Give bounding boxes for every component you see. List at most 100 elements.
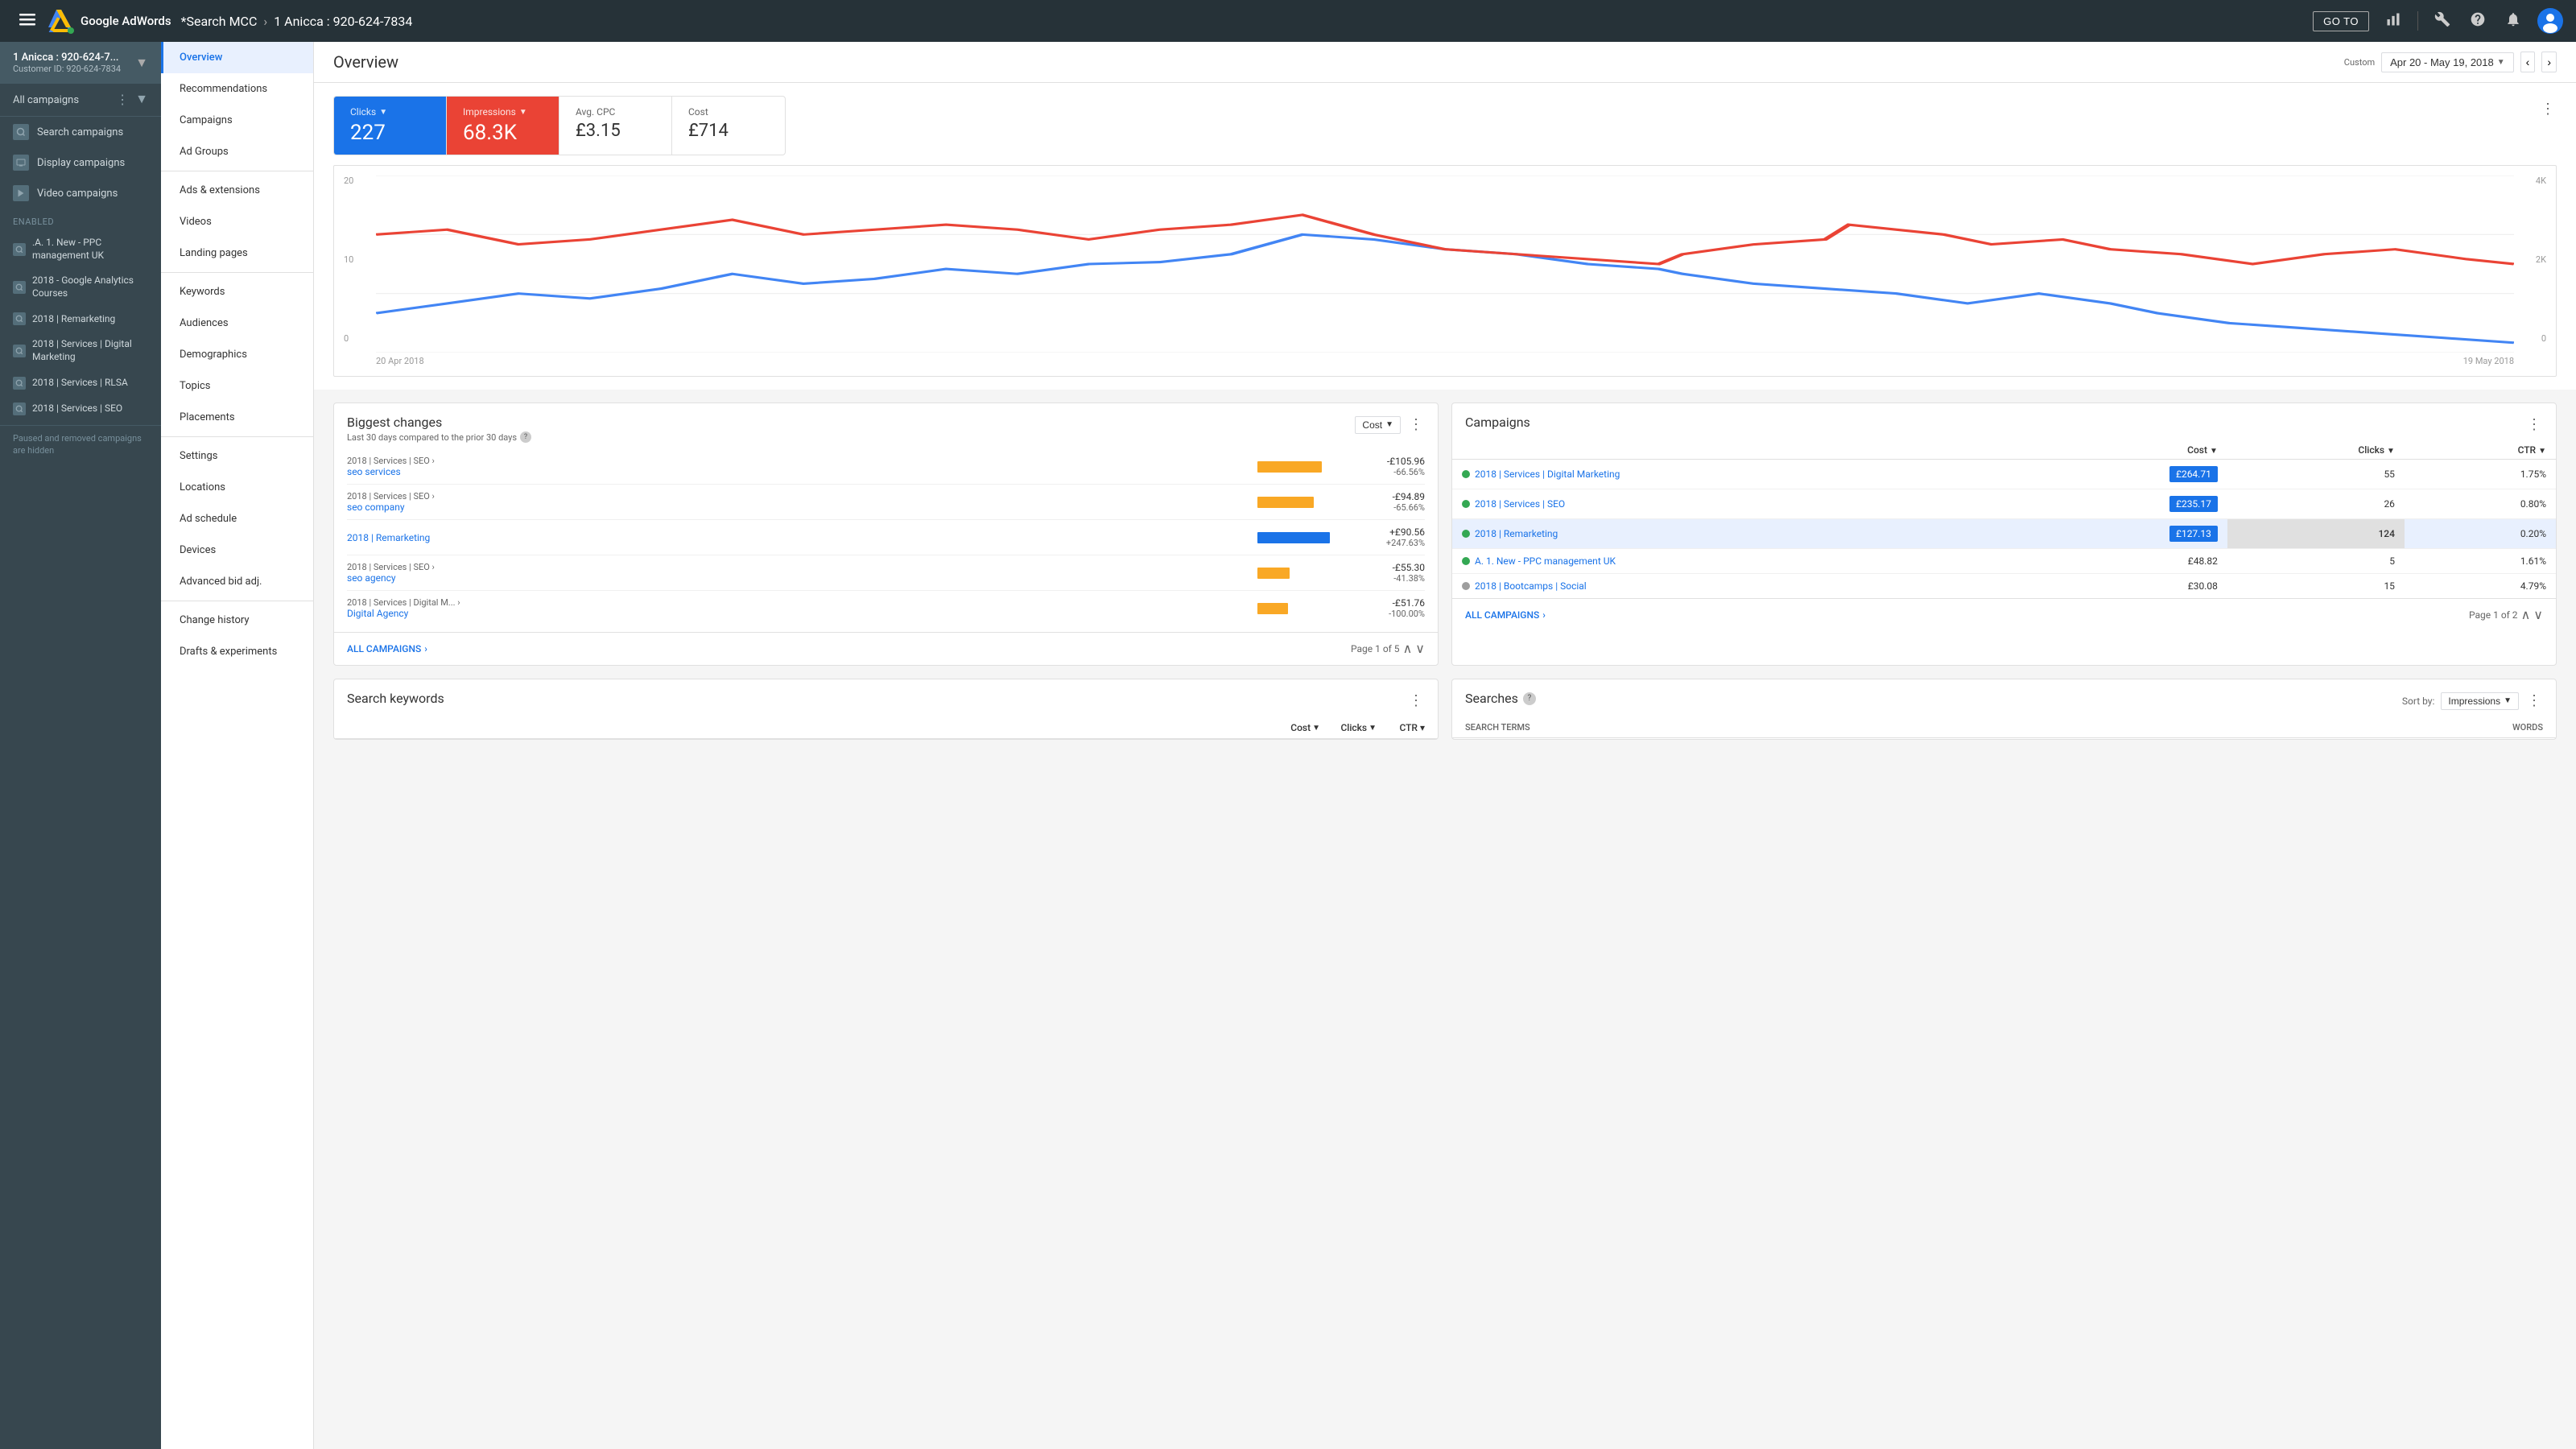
nav-demographics[interactable]: Demographics xyxy=(161,339,313,370)
nav-audiences[interactable]: Audiences xyxy=(161,308,313,339)
avatar[interactable] xyxy=(2537,8,2563,34)
searches-more-button[interactable]: ⋮ xyxy=(2525,691,2543,711)
nav-overview[interactable]: Overview xyxy=(161,42,313,73)
campaigns-all-link[interactable]: ALL CAMPAIGNS › xyxy=(1465,609,1546,621)
date-range-button[interactable]: Apr 20 - May 19, 2018 ▼ xyxy=(2381,52,2514,72)
col-ctr-header[interactable]: CTR ▼ xyxy=(2405,441,2556,460)
sidebar-item-ppc[interactable]: .A. 1. New - PPC management UK xyxy=(0,230,161,268)
hamburger-button[interactable] xyxy=(13,8,42,35)
y-left-20: 20 xyxy=(344,175,353,186)
arrow-icon: › xyxy=(1542,609,1546,621)
change-link[interactable]: seo agency xyxy=(347,572,1251,584)
page-up-button[interactable]: ∧ xyxy=(2521,607,2531,623)
wrench-icon-button[interactable] xyxy=(2431,8,2454,35)
cost-col-sort[interactable]: Cost ▼ xyxy=(1272,722,1320,733)
nav-settings[interactable]: Settings xyxy=(161,440,313,472)
nav-landing-pages[interactable]: Landing pages xyxy=(161,237,313,269)
table-row: 2018 | Bootcamps | Social £30.08 15 4.79… xyxy=(1452,574,2556,599)
sidebar-item-rlsa[interactable]: 2018 | Services | RLSA xyxy=(0,370,161,396)
nav-topics[interactable]: Topics xyxy=(161,370,313,402)
search-keywords-more-button[interactable]: ⋮ xyxy=(1407,691,1425,711)
campaign-link[interactable]: 2018 | Services | Digital Marketing xyxy=(1475,469,1620,480)
bell-icon-button[interactable] xyxy=(2502,8,2524,35)
goto-button[interactable]: GO TO xyxy=(2313,11,2369,31)
sidebar-item-remarketing[interactable]: 2018 | Remarketing xyxy=(0,306,161,332)
question-icon-button[interactable] xyxy=(2467,8,2489,35)
sidebar-item-digital-marketing[interactable]: 2018 | Services | Digital Marketing xyxy=(0,332,161,369)
all-campaigns-row[interactable]: All campaigns ⋮ ▼ xyxy=(0,84,161,117)
change-amount: -£55.30 xyxy=(1360,562,1425,573)
sidebar-item-analytics[interactable]: 2018 - Google Analytics Courses xyxy=(0,268,161,306)
expand-button[interactable]: ▼ xyxy=(135,93,148,107)
change-link[interactable]: Digital Agency xyxy=(347,608,1251,619)
impressions-card[interactable]: Impressions ▼ 68.3K xyxy=(447,97,559,155)
breadcrumb-area: *Search MCC › 1 Anicca : 920-624-7834 xyxy=(181,14,2304,29)
nav-ads-extensions[interactable]: Ads & extensions xyxy=(161,175,313,206)
nav-devices[interactable]: Devices xyxy=(161,535,313,566)
date-next-button[interactable]: › xyxy=(2541,52,2557,72)
change-link[interactable]: 2018 | Remarketing xyxy=(347,532,1251,543)
change-link[interactable]: seo services xyxy=(347,466,1251,477)
changes-more-button[interactable]: ⋮ xyxy=(1407,415,1425,435)
sort-dropdown-icon: ▼ xyxy=(1385,420,1393,429)
clicks-col-sort[interactable]: Clicks ▼ xyxy=(1320,722,1377,733)
page-down-button[interactable]: ∨ xyxy=(1415,641,1425,657)
breadcrumb-account[interactable]: 1 Anicca : 920-624-7834 xyxy=(274,14,412,29)
date-prev-button[interactable]: ‹ xyxy=(2520,52,2536,72)
nav-placements[interactable]: Placements xyxy=(161,402,313,433)
sidebar-item-seo[interactable]: 2018 | Services | SEO xyxy=(0,396,161,422)
nav-locations[interactable]: Locations xyxy=(161,472,313,503)
video-icon xyxy=(13,185,29,201)
top-nav: Google AdWords *Search MCC › 1 Anicca : … xyxy=(0,0,2576,42)
all-campaigns-link[interactable]: ALL CAMPAIGNS › xyxy=(347,643,427,654)
biggest-changes-header: Biggest changes Last 30 days compared to… xyxy=(334,403,1438,449)
clicks-card[interactable]: Clicks ▼ 227 xyxy=(334,97,447,155)
nav-campaigns[interactable]: Campaigns xyxy=(161,105,313,136)
sidebar-item-video-campaigns[interactable]: Video campaigns xyxy=(0,178,161,208)
campaign-link[interactable]: 2018 | Remarketing xyxy=(1475,528,1558,539)
page-header: Overview Custom Apr 20 - May 19, 2018 ▼ … xyxy=(314,42,2576,83)
display-campaigns-label: Display campaigns xyxy=(37,157,125,169)
change-pct: -41.38% xyxy=(1360,573,1425,584)
campaigns-more-button[interactable]: ⋮ xyxy=(2525,415,2543,435)
ctr-cell: 0.20% xyxy=(2405,519,2556,549)
campaign-link[interactable]: 2018 | Bootcamps | Social xyxy=(1475,580,1587,592)
arrow-icon: › xyxy=(424,643,427,654)
page-down-button[interactable]: ∨ xyxy=(2533,607,2543,623)
change-item: 2018 | Services | SEO › seo services -£1… xyxy=(347,449,1425,485)
nav-drafts[interactable]: Drafts & experiments xyxy=(161,636,313,667)
change-bar xyxy=(1257,603,1288,614)
logo-text: Google AdWords xyxy=(80,14,171,28)
ctr-cell: 1.61% xyxy=(2405,549,2556,574)
cost-sort-button[interactable]: Cost ▼ xyxy=(1355,416,1401,434)
nav-videos[interactable]: Videos xyxy=(161,206,313,237)
campaign-bullet-icon xyxy=(13,377,26,390)
col-cost-header[interactable]: Cost ▼ xyxy=(2013,441,2227,460)
left-sidebar: 1 Anicca : 920-624-7... Customer ID: 920… xyxy=(0,42,161,1449)
sidebar-hidden-note: Paused and removed campaigns are hidden xyxy=(0,425,161,464)
page-up-button[interactable]: ∧ xyxy=(1403,641,1413,657)
campaign-link[interactable]: A. 1. New - PPC management UK xyxy=(1475,555,1616,567)
nav-ad-groups[interactable]: Ad Groups xyxy=(161,136,313,167)
impressions-sort-button[interactable]: Impressions ▼ xyxy=(2441,692,2519,710)
ctr-col-sort[interactable]: CTR ▾ xyxy=(1377,722,1425,733)
campaigns-panel: Campaigns ⋮ Cost ▼ Clicks ▼ xyxy=(1451,402,2557,666)
chart-more-button[interactable]: ⋮ xyxy=(2539,99,2557,119)
cost-cell: £48.82 xyxy=(2013,549,2227,574)
breadcrumb-search-mcc[interactable]: *Search MCC xyxy=(181,14,258,29)
nav-keywords[interactable]: Keywords xyxy=(161,276,313,308)
y-left-0: 0 xyxy=(344,333,353,344)
change-link[interactable]: seo company xyxy=(347,502,1251,513)
col-clicks-header[interactable]: Clicks ▼ xyxy=(2227,441,2405,460)
nav-recommendations[interactable]: Recommendations xyxy=(161,73,313,105)
nav-change-history[interactable]: Change history xyxy=(161,605,313,636)
more-options-button[interactable]: ⋮ xyxy=(116,92,129,108)
chart-icon-button[interactable] xyxy=(2382,8,2405,35)
nav-ad-schedule[interactable]: Ad schedule xyxy=(161,503,313,535)
sidebar-item-display-campaigns[interactable]: Display campaigns xyxy=(0,147,161,178)
sidebar-item-search-campaigns[interactable]: Search campaigns xyxy=(0,117,161,147)
campaign-seo-label: 2018 | Services | SEO xyxy=(32,402,122,415)
campaign-link[interactable]: 2018 | Services | SEO xyxy=(1475,498,1565,510)
account-header[interactable]: 1 Anicca : 920-624-7... Customer ID: 920… xyxy=(0,42,161,84)
nav-advanced-bid[interactable]: Advanced bid adj. xyxy=(161,566,313,597)
